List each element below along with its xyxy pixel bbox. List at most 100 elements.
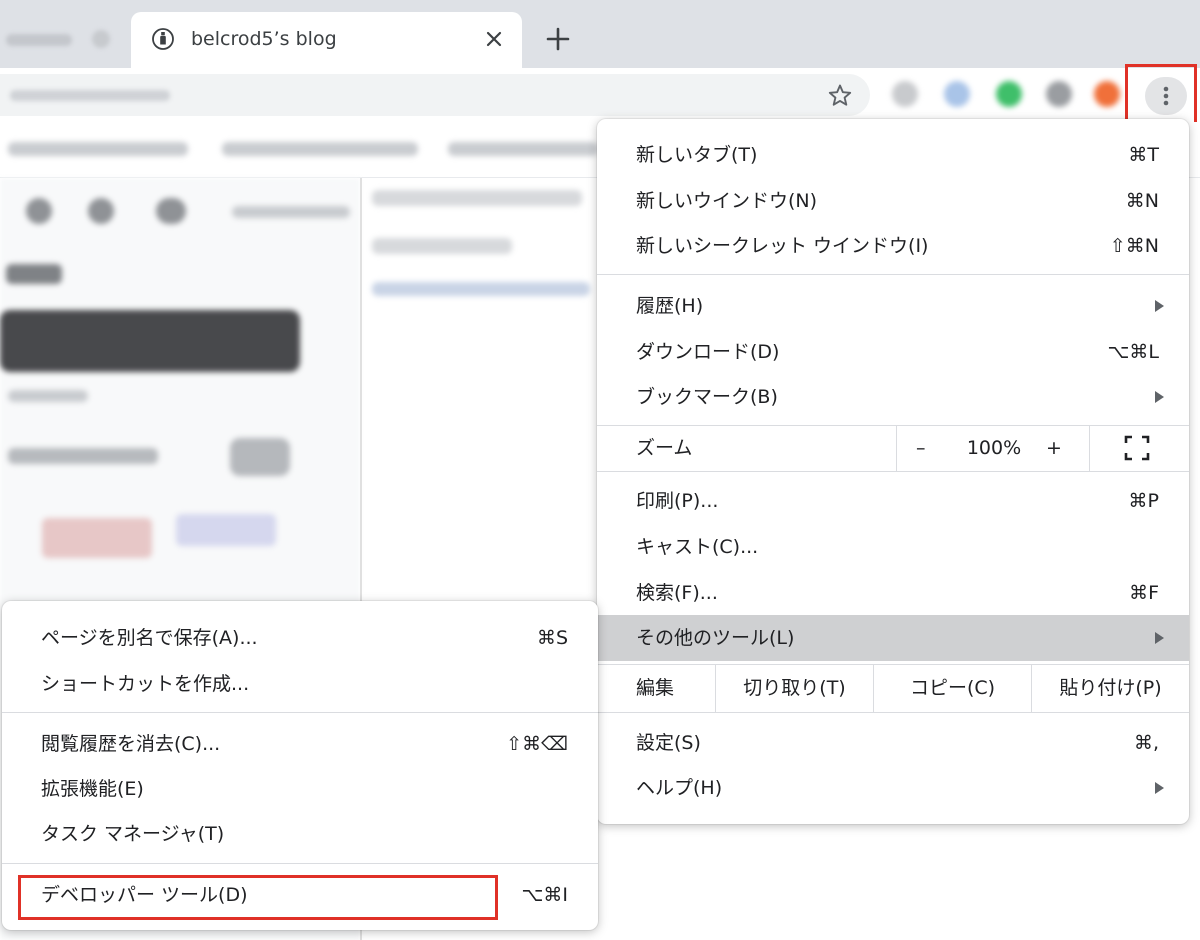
toolbar-text <box>232 206 350 218</box>
menu-item-save-page[interactable]: ページを別名で保存(A)... ⌘S <box>2 615 598 661</box>
label-text <box>8 390 88 402</box>
plus-icon[interactable] <box>545 26 571 52</box>
menu-divider <box>2 712 598 713</box>
close-icon[interactable] <box>483 28 505 50</box>
menu-divider <box>597 471 1189 472</box>
list-header <box>372 238 512 254</box>
menu-item-new-tab[interactable]: 新しいタブ(T) ⌘T <box>597 132 1189 178</box>
menu-item-label: タスク マネージャ(T) <box>41 823 225 845</box>
menu-item-new-window[interactable]: 新しいウインドウ(N) ⌘N <box>597 178 1189 224</box>
menu-item-cast[interactable]: キャスト(C)... <box>597 524 1189 570</box>
cut-button[interactable]: 切り取り(T) <box>716 664 873 712</box>
list-header <box>372 190 582 206</box>
compose-button[interactable] <box>0 310 300 372</box>
menu-item-label: キャスト(C)... <box>636 536 759 558</box>
toolbar-icon <box>88 198 114 224</box>
zoom-separator <box>1089 425 1090 471</box>
bookmark-item[interactable] <box>448 142 598 156</box>
extension-icon[interactable] <box>1094 81 1120 107</box>
edit-row: 編集 切り取り(T) コピー(C) 貼り付け(P) <box>597 664 1189 712</box>
card <box>230 438 290 476</box>
menu-item-clear-browsing-data[interactable]: 閲覧履歴を消去(C)... ⇧⌘⌫ <box>2 721 598 767</box>
menu-item-downloads[interactable]: ダウンロード(D) ⌥⌘L <box>597 329 1189 375</box>
copy-button[interactable]: コピー(C) <box>874 664 1031 712</box>
menu-item-find[interactable]: 検索(F)... ⌘F <box>597 570 1189 616</box>
background-tab[interactable] <box>0 14 128 68</box>
menu-item-extensions[interactable]: 拡張機能(E) <box>2 766 598 812</box>
bookmark-item[interactable] <box>222 142 418 156</box>
omnibox[interactable] <box>0 74 870 116</box>
chrome-main-menu: 新しいタブ(T) ⌘T 新しいウインドウ(N) ⌘N 新しいシークレット ウイン… <box>597 119 1189 824</box>
extension-icon[interactable] <box>996 81 1022 107</box>
menu-item-shortcut: ⌘, <box>1133 732 1159 754</box>
menu-item-settings[interactable]: 設定(S) ⌘, <box>597 720 1189 766</box>
menu-item-shortcut: ⌘N <box>1125 190 1159 212</box>
menu-item-label: 履歴(H) <box>636 295 704 317</box>
menu-item-help[interactable]: ヘルプ(H) <box>597 765 1189 811</box>
edit-label: 編集 <box>636 677 675 699</box>
menu-item-shortcut: ⌘S <box>536 627 568 649</box>
background-tab-title <box>6 34 72 46</box>
menu-item-label: 検索(F)... <box>636 582 718 604</box>
menu-item-label: ページを別名で保存(A)... <box>41 627 258 649</box>
star-icon[interactable] <box>826 82 854 110</box>
heading-text <box>6 264 62 284</box>
menu-item-label: 設定(S) <box>636 732 701 754</box>
bottle-favicon-icon <box>152 28 174 50</box>
extension-icon[interactable] <box>892 81 918 107</box>
extension-icon[interactable] <box>944 81 970 107</box>
thumbnail <box>176 514 276 546</box>
menu-item-history[interactable]: 履歴(H) <box>597 283 1189 329</box>
zoom-out-button[interactable]: – <box>916 436 926 460</box>
menu-item-label: 印刷(P)... <box>636 490 719 512</box>
chevron-right-icon <box>1155 632 1164 644</box>
menu-item-task-manager[interactable]: タスク マネージャ(T) <box>2 811 598 857</box>
zoom-in-button[interactable]: + <box>1046 436 1062 460</box>
zoom-row: ズーム – 100% + <box>597 425 1189 471</box>
menu-divider <box>2 863 598 864</box>
menu-item-label: ショートカットを作成... <box>41 673 250 695</box>
tab-strip: belcrod5’s blog <box>0 0 1200 68</box>
list-item[interactable] <box>372 282 590 296</box>
menu-item-label: 新しいシークレット ウインドウ(I) <box>636 235 929 257</box>
menu-item-shortcut: ⇧⌘N <box>1109 235 1159 257</box>
menu-item-label: 新しいタブ(T) <box>636 144 758 166</box>
bookmark-item[interactable] <box>8 142 188 156</box>
menu-item-shortcut: ⌘T <box>1128 144 1159 166</box>
menu-item-label: 新しいウインドウ(N) <box>636 190 818 212</box>
label-text <box>8 448 158 464</box>
omnibox-url <box>10 90 170 101</box>
chevron-right-icon <box>1155 391 1164 403</box>
menu-item-label: 拡張機能(E) <box>41 778 144 800</box>
zoom-separator <box>896 425 897 471</box>
menu-item-shortcut: ⌥⌘I <box>521 884 569 906</box>
toolbar-icon <box>156 198 186 224</box>
menu-item-print[interactable]: 印刷(P)... ⌘P <box>597 478 1189 524</box>
menu-item-label: ブックマーク(B) <box>636 386 778 408</box>
tab-title: belcrod5’s blog <box>191 28 337 50</box>
menu-item-new-incognito[interactable]: 新しいシークレット ウインドウ(I) ⇧⌘N <box>597 223 1189 269</box>
menu-item-shortcut: ⌘P <box>1128 490 1159 512</box>
menu-item-create-shortcut[interactable]: ショートカットを作成... <box>2 661 598 707</box>
menu-divider <box>597 274 1189 275</box>
menu-button-highlight <box>1125 64 1197 125</box>
menu-divider <box>597 712 1189 713</box>
zoom-level: 100% <box>966 437 1022 459</box>
menu-item-label: その他のツール(L) <box>636 627 795 649</box>
paste-button[interactable]: 貼り付け(P) <box>1032 664 1189 712</box>
menu-item-label: ダウンロード(D) <box>636 341 780 363</box>
thumbnail <box>42 518 152 558</box>
developer-tools-highlight <box>18 875 498 920</box>
menu-item-label: ヘルプ(H) <box>636 777 723 799</box>
toolbar-icon <box>26 198 52 224</box>
active-tab[interactable]: belcrod5’s blog <box>131 12 522 68</box>
zoom-label: ズーム <box>636 437 693 459</box>
menu-item-more-tools[interactable]: その他のツール(L) <box>597 615 1189 661</box>
menu-item-shortcut: ⌘F <box>1129 582 1159 604</box>
fullscreen-icon[interactable] <box>1124 435 1150 461</box>
background-tab-close-icon[interactable] <box>92 30 110 48</box>
menu-item-bookmarks[interactable]: ブックマーク(B) <box>597 374 1189 420</box>
chevron-right-icon <box>1155 782 1164 794</box>
chevron-right-icon <box>1155 300 1164 312</box>
extension-icon[interactable] <box>1046 81 1072 107</box>
